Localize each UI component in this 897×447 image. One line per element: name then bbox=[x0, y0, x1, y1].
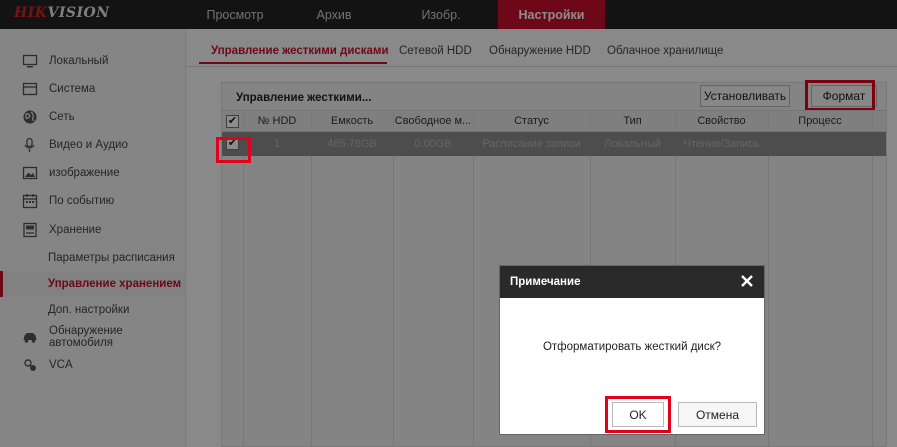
close-icon[interactable] bbox=[738, 272, 756, 290]
cancel-button[interactable]: Отмена bbox=[678, 402, 757, 427]
row-checkbox-highlight bbox=[216, 137, 251, 163]
confirm-dialog: Примечание Отформатировать жесткий диск?… bbox=[499, 265, 765, 435]
ok-button-highlight bbox=[605, 396, 671, 433]
dialog-title: Примечание bbox=[510, 276, 581, 288]
dialog-message: Отформатировать жесткий диск? bbox=[542, 341, 722, 353]
dialog-header: Примечание bbox=[500, 266, 764, 298]
